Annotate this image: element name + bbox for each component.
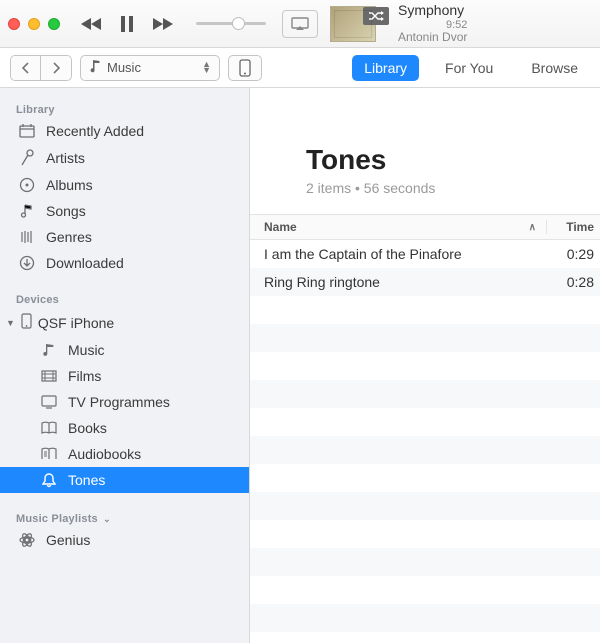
- page-subtitle: 2 items • 56 seconds: [306, 180, 600, 196]
- tab-browse[interactable]: Browse: [519, 55, 590, 81]
- album-art: [330, 6, 376, 42]
- now-playing-title: Symphony: [398, 2, 464, 18]
- media-picker-label: Music: [107, 60, 141, 75]
- disclosure-triangle-icon[interactable]: ▼: [6, 318, 15, 328]
- sidebar-item-label: Books: [68, 420, 107, 436]
- device-label: QSF iPhone: [38, 315, 114, 331]
- sidebar-item-label: Downloaded: [46, 255, 124, 271]
- close-window-button[interactable]: [8, 18, 20, 30]
- sidebar-item-label: Films: [68, 368, 101, 384]
- cell-name: I am the Captain of the Pinafore: [250, 246, 546, 262]
- now-playing-text: Symphony 9:52 Antonin Dvor: [398, 2, 467, 46]
- view-tabs: Library For You Browse: [352, 55, 590, 81]
- table-empty-area: [250, 296, 600, 643]
- table-header: Name ∧ Time: [250, 214, 600, 240]
- main-content: Tones 2 items • 56 seconds Name ∧ Time I…: [250, 88, 600, 643]
- cell-time: 0:28: [546, 274, 600, 290]
- fast-forward-button[interactable]: [152, 17, 174, 31]
- book-icon: [40, 421, 58, 435]
- bell-icon: [40, 472, 58, 488]
- device-item-audiobooks[interactable]: Audiobooks: [0, 441, 249, 467]
- pause-button[interactable]: [120, 16, 134, 32]
- sidebar-item-label: Songs: [46, 203, 86, 219]
- sidebar-device[interactable]: ▼ QSF iPhone: [0, 308, 249, 337]
- music-icon: [40, 343, 58, 357]
- note-icon: [18, 203, 36, 219]
- minimize-window-button[interactable]: [28, 18, 40, 30]
- sidebar-item-downloaded[interactable]: Downloaded: [0, 250, 249, 276]
- sidebar-item-genres[interactable]: Genres: [0, 224, 249, 250]
- column-name[interactable]: Name ∧: [250, 220, 546, 234]
- iphone-icon: [21, 313, 32, 332]
- cell-time: 0:29: [546, 246, 600, 262]
- device-item-books[interactable]: Books: [0, 415, 249, 441]
- guitar-icon: [18, 229, 36, 245]
- now-playing[interactable]: Symphony 9:52 Antonin Dvor: [330, 2, 467, 46]
- airplay-button[interactable]: [282, 10, 318, 38]
- sidebar: Library Recently Added Artists Albums So…: [0, 88, 250, 643]
- main-toolbar: Music ▲▼ Library For You Browse: [0, 48, 600, 88]
- sidebar-item-artists[interactable]: Artists: [0, 144, 249, 172]
- sidebar-item-songs[interactable]: Songs: [0, 198, 249, 224]
- rewind-button[interactable]: [80, 17, 102, 31]
- tab-library[interactable]: Library: [352, 55, 419, 81]
- music-icon: [89, 59, 101, 76]
- shuffle-icon: [363, 7, 389, 25]
- table-row[interactable]: I am the Captain of the Pinafore 0:29: [250, 240, 600, 268]
- playback-controls: [80, 16, 174, 32]
- window-titlebar: Symphony 9:52 Antonin Dvor: [0, 0, 600, 48]
- clock-icon: [18, 123, 36, 139]
- sidebar-item-label: Music: [68, 342, 105, 358]
- sidebar-item-label: Albums: [46, 177, 93, 193]
- volume-slider[interactable]: [196, 22, 266, 25]
- fullscreen-window-button[interactable]: [48, 18, 60, 30]
- microphone-icon: [18, 149, 36, 167]
- volume-thumb[interactable]: [232, 17, 245, 30]
- device-button[interactable]: [228, 55, 262, 81]
- sidebar-item-label: Genius: [46, 532, 90, 548]
- table-row[interactable]: Ring Ring ringtone 0:28: [250, 268, 600, 296]
- sidebar-item-label: Artists: [46, 150, 85, 166]
- sidebar-section-library: Library: [0, 98, 249, 118]
- tv-icon: [40, 395, 58, 409]
- audiobook-icon: [40, 447, 58, 461]
- sidebar-item-label: Tones: [68, 472, 105, 488]
- device-item-tv[interactable]: TV Programmes: [0, 389, 249, 415]
- sidebar-item-albums[interactable]: Albums: [0, 172, 249, 198]
- sidebar-item-genius[interactable]: Genius: [0, 527, 249, 553]
- sidebar-item-label: Audiobooks: [68, 446, 141, 462]
- chevron-down-icon: ⌄: [103, 514, 111, 524]
- device-item-music[interactable]: Music: [0, 337, 249, 363]
- column-time[interactable]: Time: [546, 220, 600, 234]
- stepper-icon: ▲▼: [202, 62, 211, 73]
- download-icon: [18, 255, 36, 271]
- device-item-tones[interactable]: Tones: [0, 467, 249, 493]
- media-picker[interactable]: Music ▲▼: [80, 55, 220, 81]
- tab-for-you[interactable]: For You: [433, 55, 505, 81]
- forward-button[interactable]: [41, 56, 71, 80]
- device-item-films[interactable]: Films: [0, 363, 249, 389]
- album-icon: [18, 177, 36, 193]
- sidebar-section-devices: Devices: [0, 288, 249, 308]
- sidebar-item-label: Recently Added: [46, 123, 144, 139]
- sidebar-item-label: Genres: [46, 229, 92, 245]
- sidebar-section-playlists[interactable]: Music Playlists ⌄: [0, 507, 249, 527]
- page-title: Tones: [306, 144, 600, 176]
- cell-name: Ring Ring ringtone: [250, 274, 546, 290]
- film-icon: [40, 370, 58, 382]
- sidebar-item-label: TV Programmes: [68, 394, 170, 410]
- sort-asc-icon: ∧: [529, 222, 536, 233]
- sidebar-item-recently-added[interactable]: Recently Added: [0, 118, 249, 144]
- genius-icon: [18, 532, 36, 548]
- back-button[interactable]: [11, 56, 41, 80]
- traffic-lights: [8, 18, 60, 30]
- nav-back-forward: [10, 55, 72, 81]
- now-playing-artist: Antonin Dvor: [398, 31, 467, 45]
